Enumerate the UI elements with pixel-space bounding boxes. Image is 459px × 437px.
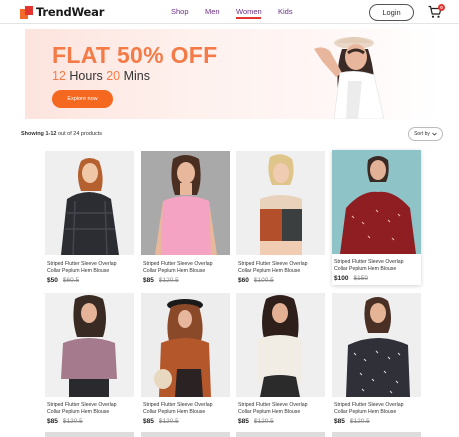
product-price: $85 $120.5 bbox=[334, 418, 370, 425]
countdown-mins-label: Mins bbox=[123, 69, 151, 83]
product-image bbox=[45, 151, 134, 255]
results-range: Showing 1-12 bbox=[21, 131, 57, 137]
product-price: $85 $120.5 bbox=[143, 418, 179, 425]
product-card[interactable]: Striped Flutter Sleeve Overlap Collar Pe… bbox=[45, 151, 134, 291]
product-title[interactable]: Striped Flutter Sleeve Overlap Collar Pe… bbox=[238, 402, 327, 416]
product-title[interactable]: Striped Flutter Sleeve Overlap Collar Pe… bbox=[47, 402, 136, 416]
product-card-partial[interactable] bbox=[45, 432, 134, 437]
product-price: $50 $60.5 bbox=[47, 277, 79, 284]
nav-link-kids[interactable]: Kids bbox=[278, 7, 293, 16]
current-price: $100 bbox=[334, 275, 349, 282]
product-card[interactable]: Striped Flutter Sleeve Overlap Collar Pe… bbox=[332, 293, 421, 428]
product-card-partial[interactable] bbox=[332, 432, 421, 437]
current-price: $85 bbox=[334, 418, 345, 425]
nav-link-women[interactable]: Women bbox=[236, 7, 262, 16]
original-price: $150 bbox=[353, 275, 368, 282]
sort-by-dropdown[interactable]: Sort by bbox=[408, 127, 443, 141]
product-price: $85 $120.5 bbox=[47, 418, 83, 425]
promo-banner: FLAT 50% OFF 12 Hours 20 Mins Explore no… bbox=[25, 29, 441, 119]
product-title[interactable]: Striped Flutter Sleeve Overlap Collar Pe… bbox=[143, 402, 232, 416]
product-card[interactable]: Striped Flutter Sleeve Overlap Collar Pe… bbox=[45, 293, 134, 428]
countdown-hours: 12 bbox=[52, 69, 66, 83]
current-price: $85 bbox=[143, 418, 154, 425]
product-image bbox=[236, 293, 325, 397]
promo-headline: FLAT 50% OFF bbox=[52, 42, 218, 68]
results-total: out of 24 products bbox=[57, 131, 103, 137]
product-image bbox=[141, 151, 230, 255]
login-button[interactable]: Login bbox=[369, 4, 414, 21]
logo-icon bbox=[20, 5, 33, 19]
product-card[interactable]: Striped Flutter Sleeve Overlap Collar Pe… bbox=[141, 151, 230, 291]
original-price: $120.5 bbox=[349, 418, 370, 425]
sort-by-label: Sort by bbox=[414, 131, 430, 137]
product-price: $85 $120.5 bbox=[143, 277, 179, 284]
product-title[interactable]: Striped Flutter Sleeve Overlap Collar Pe… bbox=[334, 259, 423, 273]
product-title[interactable]: Striped Flutter Sleeve Overlap Collar Pe… bbox=[47, 261, 136, 275]
product-title[interactable]: Striped Flutter Sleeve Overlap Collar Pe… bbox=[143, 261, 232, 275]
product-title[interactable]: Striped Flutter Sleeve Overlap Collar Pe… bbox=[238, 261, 327, 275]
original-price: $100.5 bbox=[253, 277, 274, 284]
product-card[interactable]: Striped Flutter Sleeve Overlap Collar Pe… bbox=[332, 150, 421, 285]
product-card[interactable]: Striped Flutter Sleeve Overlap Collar Pe… bbox=[236, 293, 325, 428]
explore-now-button[interactable]: Explore now bbox=[52, 90, 113, 108]
current-price: $85 bbox=[143, 277, 154, 284]
product-card[interactable]: Striped Flutter Sleeve Overlap Collar Pe… bbox=[236, 151, 325, 291]
product-card-partial[interactable] bbox=[141, 432, 230, 437]
product-image bbox=[332, 293, 421, 397]
active-nav-indicator bbox=[236, 17, 261, 19]
original-price: $60.5 bbox=[62, 277, 80, 284]
original-price: $120.5 bbox=[158, 277, 179, 284]
results-count: Showing 1-12 out of 24 products bbox=[21, 131, 102, 137]
current-price: $85 bbox=[47, 418, 58, 425]
cart-count-badge: 0 bbox=[438, 4, 445, 11]
countdown-mins: 20 bbox=[106, 69, 121, 83]
original-price: $120.5 bbox=[62, 418, 83, 425]
product-image bbox=[332, 150, 421, 254]
original-price: $120.5 bbox=[158, 418, 179, 425]
product-price: $100 $150 bbox=[334, 275, 368, 282]
original-price: $120.5 bbox=[253, 418, 274, 425]
brand-logo[interactable]: TrendWear bbox=[20, 5, 104, 19]
product-card[interactable]: Striped Flutter Sleeve Overlap Collar Pe… bbox=[141, 293, 230, 428]
product-image bbox=[236, 151, 325, 255]
brand-name: TrendWear bbox=[36, 5, 105, 19]
product-image bbox=[141, 293, 230, 397]
cart-button[interactable]: 0 bbox=[428, 4, 445, 19]
countdown-hours-label: Hours bbox=[69, 69, 103, 83]
product-price: $85 $120.5 bbox=[238, 418, 274, 425]
current-price: $60 bbox=[238, 277, 249, 284]
promo-countdown: 12 Hours 20 Mins bbox=[52, 69, 150, 83]
current-price: $85 bbox=[238, 418, 249, 425]
product-image bbox=[45, 293, 134, 397]
nav-link-men[interactable]: Men bbox=[205, 7, 220, 16]
product-title[interactable]: Striped Flutter Sleeve Overlap Collar Pe… bbox=[334, 402, 423, 416]
product-card-partial[interactable] bbox=[236, 432, 325, 437]
top-nav-bar: TrendWear Shop Men Women Kids Login 0 bbox=[0, 0, 459, 24]
product-price: $60 $100.5 bbox=[238, 277, 274, 284]
nav-link-shop[interactable]: Shop bbox=[171, 7, 189, 16]
banner-model-image bbox=[314, 37, 385, 119]
current-price: $50 bbox=[47, 277, 58, 284]
chevron-down-icon bbox=[432, 132, 437, 136]
